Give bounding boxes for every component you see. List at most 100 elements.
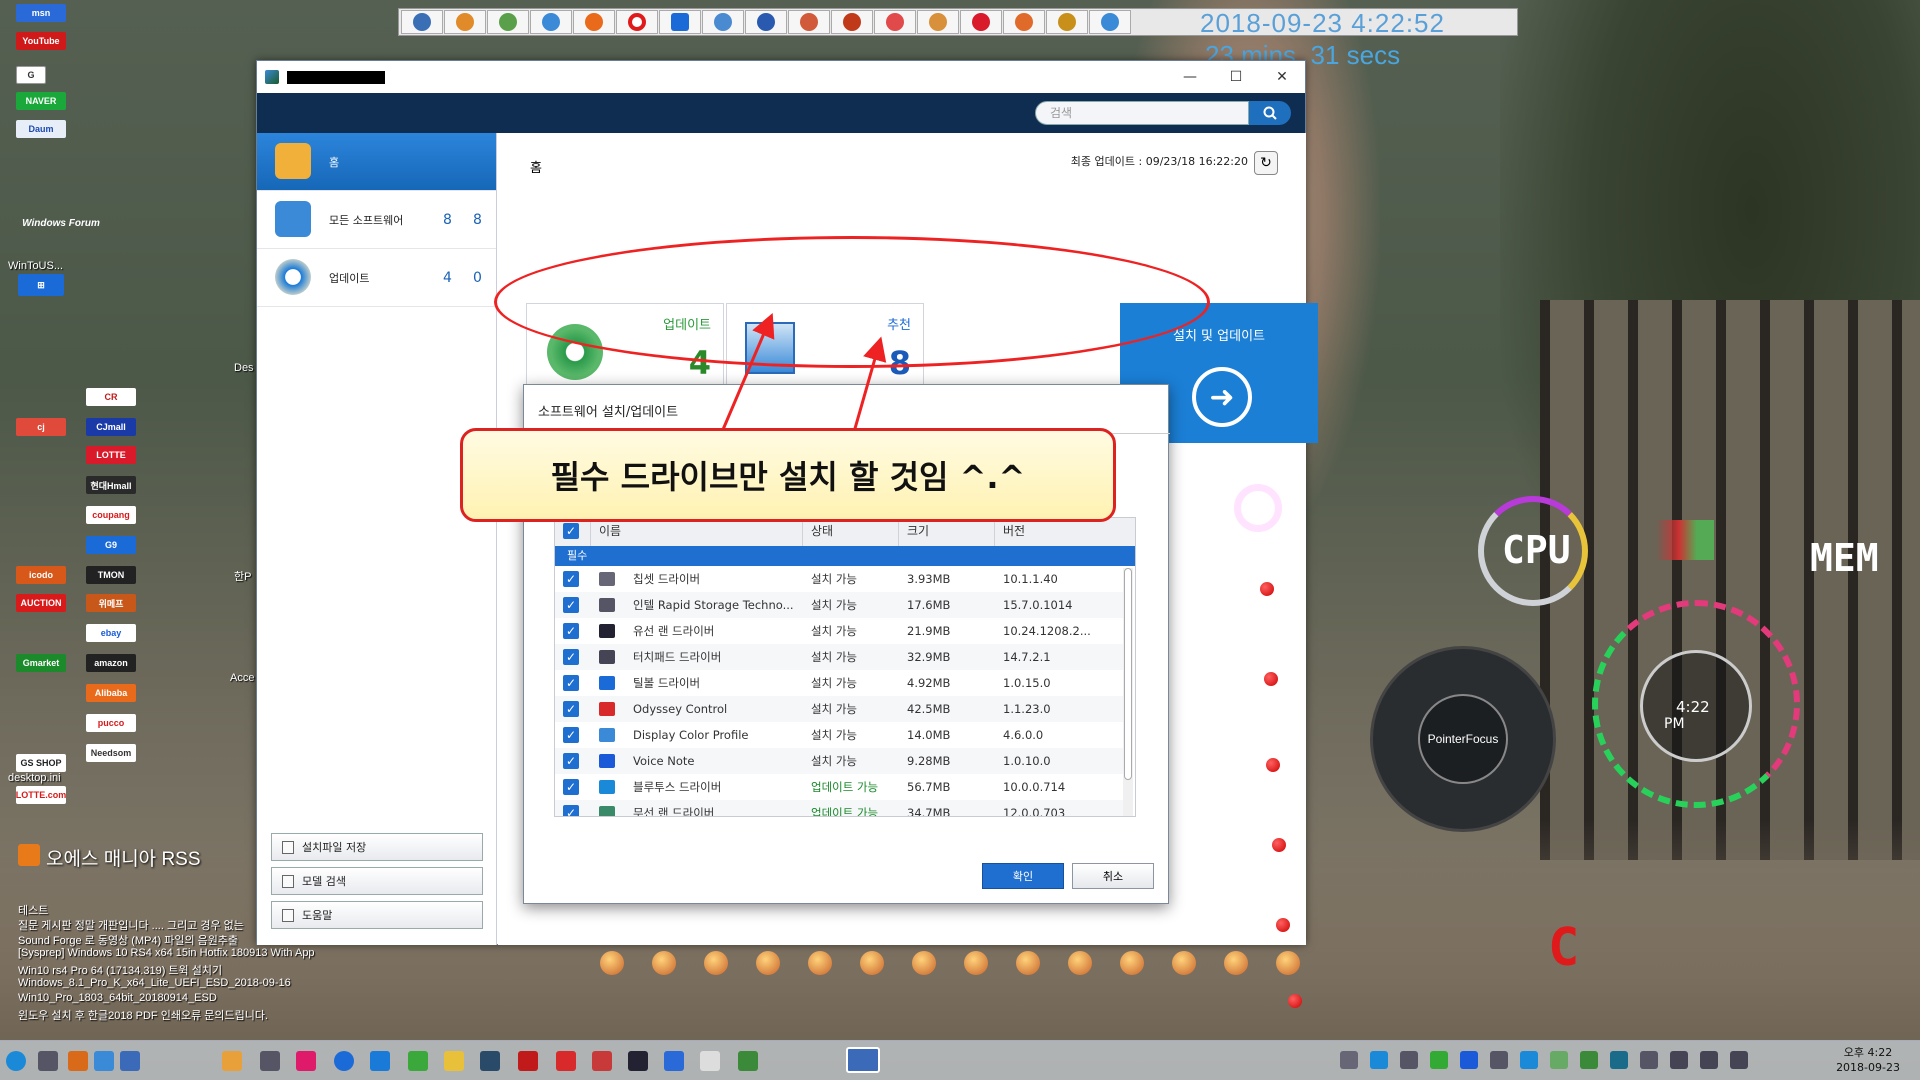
folder-icon[interactable]: [444, 1051, 464, 1071]
taskbar-app-icon[interactable]: [738, 1051, 758, 1071]
taskbar-app-icon[interactable]: [700, 1051, 720, 1071]
rss-item[interactable]: 윈도우 설치 후 한글2018 PDF 인쇄오류 문의드립니다.: [18, 1007, 268, 1023]
row-checkbox[interactable]: ✓: [563, 701, 579, 717]
row-checkbox[interactable]: ✓: [563, 649, 579, 665]
edge-icon[interactable]: [370, 1051, 390, 1071]
taskbar-app-icon[interactable]: [480, 1051, 500, 1071]
cancel-button[interactable]: 취소: [1072, 863, 1154, 889]
dock-icon[interactable]: [1016, 951, 1040, 975]
shop-icon[interactable]: CR: [86, 388, 136, 406]
launcher-icon[interactable]: [788, 10, 830, 34]
windows-icon[interactable]: ⊞: [18, 274, 64, 296]
launcher-icon[interactable]: [960, 10, 1002, 34]
tray-icon[interactable]: [1520, 1051, 1538, 1069]
hmall-icon[interactable]: 현대Hmall: [86, 476, 136, 494]
table-row[interactable]: ✓ 무선 랜 드라이버 업데이트 가능 34.7MB 12.0.0.703: [555, 800, 1125, 816]
refresh-button[interactable]: ↻: [1254, 151, 1278, 175]
start-icon[interactable]: [6, 1051, 26, 1071]
taskbar-app-icon[interactable]: [296, 1051, 316, 1071]
column-header-status[interactable]: 상태: [803, 518, 899, 546]
column-header-version[interactable]: 버전: [995, 518, 1135, 546]
taskbar-app-icon[interactable]: [628, 1051, 648, 1071]
tray-icon[interactable]: [1370, 1051, 1388, 1069]
rss-item[interactable]: Sound Forge 로 동영상 (MP4) 파일의 음원추출: [18, 932, 238, 948]
dock-icon[interactable]: [1068, 951, 1092, 975]
opera-icon[interactable]: [616, 10, 658, 34]
table-row[interactable]: ✓ 칩셋 드라이버 설치 가능 3.93MB 10.1.1.40: [555, 566, 1125, 592]
rss-item[interactable]: 질문 게시판 정말 개판입니다 .... 그리고 경우 없는: [18, 917, 244, 933]
network-icon[interactable]: [1670, 1051, 1688, 1069]
row-checkbox[interactable]: ✓: [563, 779, 579, 795]
ok-button[interactable]: 확인: [982, 863, 1064, 889]
keyboard-icon[interactable]: [1730, 1051, 1748, 1069]
launcher-icon[interactable]: [659, 10, 701, 34]
table-row[interactable]: ✓ 블루투스 드라이버 업데이트 가능 56.7MB 10.0.0.714: [555, 774, 1125, 800]
taskbar-app-icon[interactable]: [120, 1051, 140, 1071]
daum-icon[interactable]: Daum: [16, 120, 66, 138]
task-view-icon[interactable]: [38, 1051, 58, 1071]
launcher-icon[interactable]: [745, 10, 787, 34]
amazon-icon[interactable]: amazon: [86, 654, 136, 672]
pointer-focus-center[interactable]: PointerFocus: [1418, 694, 1508, 784]
launcher-icon[interactable]: [401, 10, 443, 34]
g9-icon[interactable]: G9: [86, 536, 136, 554]
taskbar-active-app[interactable]: [846, 1047, 880, 1073]
mail-icon[interactable]: [260, 1051, 280, 1071]
launcher-icon[interactable]: [917, 10, 959, 34]
model-search-button[interactable]: 모델 검색: [271, 867, 483, 895]
column-header-name[interactable]: 이름: [591, 518, 803, 546]
column-header-size[interactable]: 크기: [899, 518, 995, 546]
taskbar-app-icon[interactable]: [94, 1051, 114, 1071]
table-row[interactable]: ✓ Voice Note 설치 가능 9.28MB 1.0.10.0: [555, 748, 1125, 774]
scrollbar[interactable]: [1123, 568, 1133, 816]
search-button[interactable]: [1249, 101, 1291, 125]
close-button[interactable]: ✕: [1259, 61, 1305, 93]
launcher-icon[interactable]: [1089, 10, 1131, 34]
taskbar-app-icon[interactable]: [222, 1051, 242, 1071]
wintousb-label[interactable]: WinToUS...: [8, 260, 63, 272]
dock-icon[interactable]: [600, 951, 624, 975]
row-checkbox[interactable]: ✓: [563, 623, 579, 639]
rss-item[interactable]: Windows_8.1_Pro_K_x64_Lite_UEFI_ESD_2018…: [18, 977, 291, 989]
taskbar-app-icon[interactable]: [518, 1051, 538, 1071]
minimize-button[interactable]: —: [1167, 61, 1213, 93]
shop-icon[interactable]: 위메프: [86, 594, 136, 612]
lotte-icon[interactable]: LOTTE: [86, 446, 136, 464]
table-row[interactable]: ✓ 터치패드 드라이버 설치 가능 32.9MB 14.7.2.1: [555, 644, 1125, 670]
search-input[interactable]: 검색: [1035, 101, 1249, 125]
coupang-icon[interactable]: coupang: [86, 506, 136, 524]
tray-icon[interactable]: [1640, 1051, 1658, 1069]
needsom-icon[interactable]: Needsom: [86, 744, 136, 762]
tray-icon[interactable]: [1340, 1051, 1358, 1069]
table-row[interactable]: ✓ Odyssey Control 설치 가능 42.5MB 1.1.23.0: [555, 696, 1125, 722]
launcher-icon[interactable]: [702, 10, 744, 34]
desktop-file-label[interactable]: 한P: [234, 568, 251, 584]
alibaba-icon[interactable]: Alibaba: [86, 684, 136, 702]
icodo-icon[interactable]: icodo: [16, 566, 66, 584]
tray-icon[interactable]: [1550, 1051, 1568, 1069]
rss-item[interactable]: 테스트: [18, 902, 48, 918]
table-row[interactable]: ✓ 인텔 Rapid Storage Techno... 설치 가능 17.6MB 15…: [555, 592, 1125, 618]
launcher-icon[interactable]: [874, 10, 916, 34]
row-checkbox[interactable]: ✓: [563, 675, 579, 691]
desktop-ini-label[interactable]: desktop.ini: [8, 772, 61, 784]
taskbar-app-icon[interactable]: [592, 1051, 612, 1071]
launcher-icon[interactable]: [1046, 10, 1088, 34]
row-checkbox[interactable]: ✓: [563, 727, 579, 743]
taskbar-clock[interactable]: 오후 4:22 2018-09-23: [1836, 1045, 1900, 1075]
row-checkbox[interactable]: ✓: [563, 597, 579, 613]
dock-icon[interactable]: [704, 951, 728, 975]
dock-icon[interactable]: [1276, 951, 1300, 975]
firefox-icon[interactable]: [573, 10, 615, 34]
youtube-icon[interactable]: YouTube: [16, 32, 66, 50]
launcher-icon[interactable]: [831, 10, 873, 34]
desktop-file-label[interactable]: Des: [234, 362, 254, 374]
sidebar-item-all-software[interactable]: 모든 소프트웨어 8 8: [257, 191, 496, 249]
gsshop-icon[interactable]: GS SHOP: [16, 754, 66, 772]
help-button[interactable]: 도움말: [271, 901, 483, 929]
table-row[interactable]: ✓ 유선 랜 드라이버 설치 가능 21.9MB 10.24.1208.2...: [555, 618, 1125, 644]
tray-icon[interactable]: [1580, 1051, 1598, 1069]
rss-item[interactable]: [Sysprep] Windows 10 RS4 x64 15in Hotfix…: [18, 947, 315, 959]
row-checkbox[interactable]: ✓: [563, 805, 579, 816]
sidebar-item-update[interactable]: 업데이트 4 0: [257, 249, 496, 307]
